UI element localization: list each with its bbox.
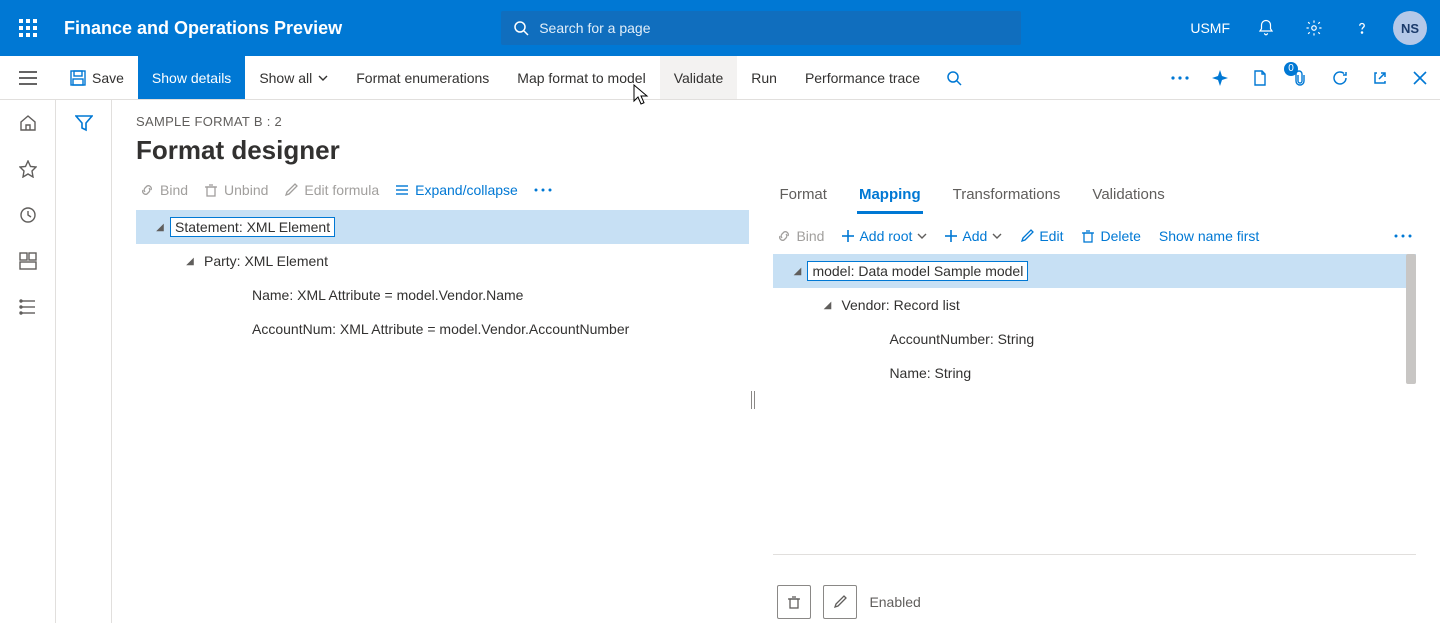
tree-node-statement[interactable]: ◢Statement: XML Element [136, 210, 749, 244]
attach-icon[interactable]: 0 [1280, 56, 1320, 99]
bell-icon[interactable] [1244, 0, 1288, 56]
company-code[interactable]: USMF [1180, 20, 1240, 36]
left-overflow-icon[interactable] [534, 188, 552, 192]
prop-edit-button[interactable] [823, 585, 857, 619]
format-tree: ◢Statement: XML Element ◢Party: XML Elem… [136, 210, 749, 346]
run-button[interactable]: Run [737, 56, 791, 99]
pencil-icon [284, 183, 298, 197]
show-name-first-button[interactable]: Show name first [1159, 228, 1259, 244]
right-tabs: Format Mapping Transformations Validatio… [773, 176, 1416, 214]
mapping-overflow-icon[interactable] [1394, 234, 1412, 238]
expand-collapse-button[interactable]: Expand/collapse [395, 182, 518, 198]
performance-trace-button[interactable]: Performance trace [791, 56, 934, 99]
popout-icon[interactable] [1360, 56, 1400, 99]
breadcrumb: SAMPLE FORMAT B : 2 [136, 114, 1416, 129]
mapping-bind-button[interactable]: Bind [777, 228, 824, 244]
recent-icon[interactable] [0, 192, 55, 238]
tab-validations[interactable]: Validations [1090, 180, 1166, 214]
overflow-icon[interactable] [1160, 56, 1200, 99]
link-icon [777, 229, 791, 243]
home-icon[interactable] [0, 100, 55, 146]
tab-mapping[interactable]: Mapping [857, 180, 923, 214]
bind-button[interactable]: Bind [140, 182, 188, 198]
help-icon[interactable] [1340, 0, 1384, 56]
pencil-icon [1020, 229, 1034, 243]
format-enumerations-button[interactable]: Format enumerations [342, 56, 503, 99]
user-avatar[interactable]: NS [1388, 0, 1432, 56]
trash-icon [204, 183, 218, 197]
favorites-icon[interactable] [0, 146, 55, 192]
search-placeholder: Search for a page [539, 20, 650, 36]
app-title: Finance and Operations Preview [64, 18, 342, 39]
show-all-button[interactable]: Show all [245, 56, 342, 99]
waffle-icon[interactable] [0, 0, 56, 56]
toolbar-search-icon[interactable] [934, 56, 974, 99]
unbind-button[interactable]: Unbind [204, 182, 268, 198]
save-button[interactable]: Save [56, 56, 138, 99]
add-root-button[interactable]: Add root [842, 228, 927, 244]
validate-button[interactable]: Validate [660, 56, 738, 99]
tree-node-accountnumber[interactable]: AccountNumber: String [773, 322, 1416, 356]
page-icon[interactable] [1240, 56, 1280, 99]
search-input[interactable]: Search for a page [501, 11, 1021, 45]
refresh-icon[interactable] [1320, 56, 1360, 99]
tree-node-name[interactable]: Name: String [773, 356, 1416, 390]
trash-icon [1081, 229, 1095, 243]
page-title: Format designer [136, 135, 1416, 166]
prop-delete-button[interactable] [777, 585, 811, 619]
splitter-handle[interactable] [749, 176, 757, 623]
map-format-button[interactable]: Map format to model [503, 56, 659, 99]
workspaces-icon[interactable] [0, 238, 55, 284]
delete-button[interactable]: Delete [1081, 228, 1140, 244]
filter-rail [56, 100, 112, 623]
prop-enabled-label: Enabled [869, 594, 920, 610]
save-icon [70, 70, 86, 86]
action-bar: Save Show details Show all Format enumer… [0, 56, 1440, 100]
link-icon [140, 183, 154, 197]
filter-icon[interactable] [56, 100, 111, 146]
tree-node-model[interactable]: ◢model: Data model Sample model [773, 254, 1416, 288]
chevron-down-icon [917, 231, 927, 241]
tree-node-vendor[interactable]: ◢Vendor: Record list [773, 288, 1416, 322]
hamburger-icon[interactable] [0, 56, 56, 99]
scrollbar[interactable] [1406, 254, 1416, 384]
left-nav-rail [0, 100, 56, 623]
show-details-button[interactable]: Show details [138, 56, 245, 99]
tree-node-party[interactable]: ◢Party: XML Element [136, 244, 749, 278]
gear-icon[interactable] [1292, 0, 1336, 56]
property-strip: Enabled [773, 554, 1416, 623]
chevron-down-icon [992, 231, 1002, 241]
edit-formula-button[interactable]: Edit formula [284, 182, 379, 198]
attach-badge: 0 [1284, 62, 1298, 76]
content: SAMPLE FORMAT B : 2 Format designer Bind… [112, 100, 1440, 623]
close-icon[interactable] [1400, 56, 1440, 99]
edit-button[interactable]: Edit [1020, 228, 1063, 244]
plus-icon [842, 230, 854, 242]
tree-node-name[interactable]: Name: XML Attribute = model.Vendor.Name [136, 278, 749, 312]
mapping-panel: Format Mapping Transformations Validatio… [757, 176, 1440, 623]
format-panel: Bind Unbind Edit formula Expand/collapse… [112, 176, 749, 623]
tree-node-accountnum[interactable]: AccountNum: XML Attribute = model.Vendor… [136, 312, 749, 346]
chevron-down-icon [318, 73, 328, 83]
modules-icon[interactable] [0, 284, 55, 330]
tab-transformations[interactable]: Transformations [951, 180, 1063, 214]
search-icon [513, 20, 529, 36]
options-icon[interactable] [1200, 56, 1240, 99]
top-header: Finance and Operations Preview Search fo… [0, 0, 1440, 56]
mapping-tree: ◢model: Data model Sample model ◢Vendor:… [773, 254, 1416, 390]
list-icon [395, 183, 409, 197]
tab-format[interactable]: Format [777, 180, 829, 214]
add-button[interactable]: Add [945, 228, 1002, 244]
plus-icon [945, 230, 957, 242]
